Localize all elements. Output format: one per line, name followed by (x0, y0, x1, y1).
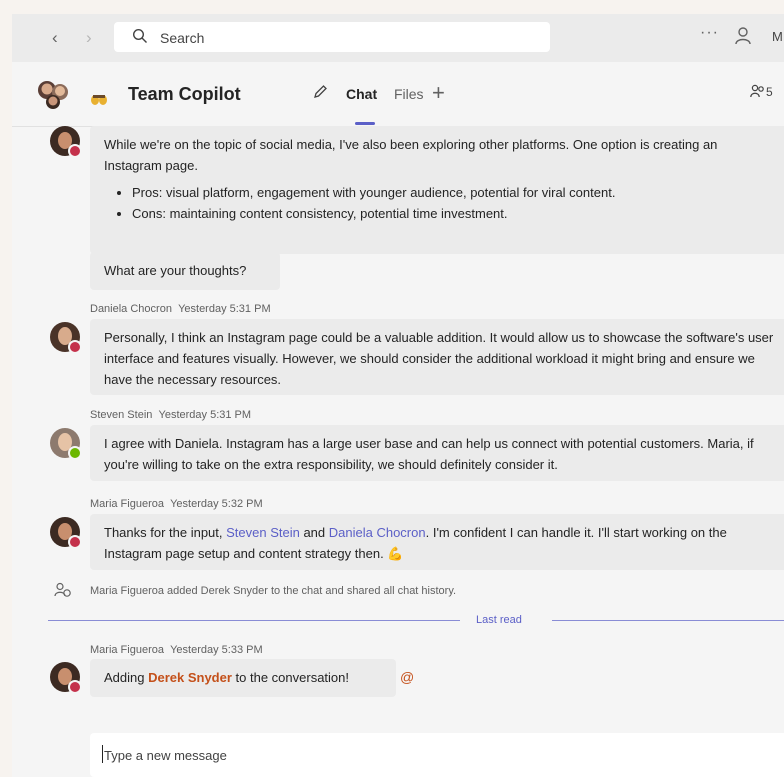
list-item: Pros: visual platform, engagement with y… (132, 182, 776, 203)
message-author: Steven Stein (90, 409, 153, 421)
message-time: Yesterday 5:33 PM (170, 644, 263, 656)
avatar[interactable] (50, 662, 82, 694)
avatar[interactable] (50, 322, 82, 354)
message-author: Daniela Chocron (90, 303, 172, 315)
message-text-mid: and (299, 525, 329, 540)
message-text-start: Adding (104, 670, 149, 685)
message-meta: Steven Stein Yesterday 5:31 PM (90, 409, 251, 421)
active-tab-indicator (355, 122, 375, 125)
message-text: I agree with Daniela. Instagram has a la… (104, 436, 754, 472)
search-box[interactable]: Search (114, 22, 550, 52)
message-author: Maria Figueroa (90, 498, 164, 510)
add-person-icon (54, 582, 71, 597)
last-read-divider (48, 620, 460, 621)
participants-button[interactable]: 5 (750, 84, 773, 99)
back-icon[interactable]: ‹ (52, 28, 58, 48)
copilot-emoji-icon (91, 95, 107, 105)
message-time: Yesterday 5:31 PM (158, 409, 252, 421)
flexed-biceps-emoji: 💪 (387, 546, 404, 561)
edit-icon[interactable] (312, 84, 328, 100)
message-text-start: Thanks for the input, (104, 525, 227, 540)
tab-files[interactable]: Files (394, 86, 424, 102)
message-bubble[interactable]: Thanks for the input, Steven Stein and D… (90, 514, 784, 570)
text-cursor (102, 745, 103, 763)
tab-chat[interactable]: Chat (346, 86, 377, 102)
message-bullet-list: Pros: visual platform, engagement with y… (104, 182, 776, 224)
presence-busy-icon (68, 144, 82, 158)
avatar[interactable] (50, 428, 82, 460)
add-tab-button[interactable]: + (432, 80, 445, 106)
last-read-divider (552, 620, 784, 621)
presence-busy-icon (68, 680, 82, 694)
message-text: What are your thoughts? (104, 263, 247, 278)
message-bubble[interactable]: Personally, I think an Instagram page co… (90, 319, 784, 395)
profile-initial[interactable]: M (772, 29, 783, 44)
chat-title: Team Copilot (128, 84, 241, 104)
teams-window: ‹ › Search ··· M Team Copilot Chat Files… (12, 14, 784, 777)
group-avatar[interactable] (36, 76, 70, 110)
presence-busy-icon (68, 535, 82, 549)
presence-available-icon (68, 446, 82, 460)
message-bubble[interactable]: While we're on the topic of social media… (90, 126, 784, 254)
system-message: Maria Figueroa added Derek Snyder to the… (90, 585, 457, 597)
last-read-label: Last read (476, 614, 522, 626)
message-meta: Daniela Chocron Yesterday 5:31 PM (90, 303, 271, 315)
message-text-end: to the conversation! (231, 670, 349, 685)
more-options-icon[interactable]: ··· (700, 24, 719, 42)
message-meta: Maria Figueroa Yesterday 5:32 PM (90, 498, 263, 510)
message-author: Maria Figueroa (90, 644, 164, 656)
compose-placeholder: Type a new message (104, 748, 227, 763)
message-bubble[interactable]: I agree with Daniela. Instagram has a la… (90, 425, 784, 481)
search-placeholder: Search (160, 30, 205, 46)
message-bubble[interactable]: Adding Derek Snyder to the conversation! (90, 659, 396, 697)
compose-box[interactable]: Type a new message (90, 733, 784, 777)
forward-icon[interactable]: › (86, 28, 92, 48)
person-icon[interactable] (734, 26, 752, 46)
message-time: Yesterday 5:32 PM (170, 498, 263, 510)
participants-count: 5 (766, 85, 773, 99)
mention-steven-stein[interactable]: Steven Stein (226, 525, 300, 540)
chat-header: Team Copilot Chat Files + 5 (12, 62, 784, 127)
presence-busy-icon (68, 340, 82, 354)
mention-derek-snyder[interactable]: Derek Snyder (148, 670, 232, 685)
mention-reaction-icon: @ (400, 669, 415, 685)
message-bubble[interactable]: What are your thoughts? (90, 252, 280, 290)
message-time: Yesterday 5:31 PM (178, 303, 271, 315)
top-bar: ‹ › Search ··· M (12, 14, 784, 62)
people-icon (750, 84, 764, 98)
message-text: While we're on the topic of social media… (104, 137, 718, 173)
message-text: Personally, I think an Instagram page co… (104, 330, 774, 387)
search-icon (132, 28, 147, 43)
avatar[interactable] (50, 517, 82, 549)
list-item: Cons: maintaining content consistency, p… (132, 203, 776, 224)
avatar[interactable] (50, 126, 82, 158)
mention-daniela-chocron[interactable]: Daniela Chocron (329, 525, 426, 540)
message-meta: Maria Figueroa Yesterday 5:33 PM (90, 644, 263, 656)
